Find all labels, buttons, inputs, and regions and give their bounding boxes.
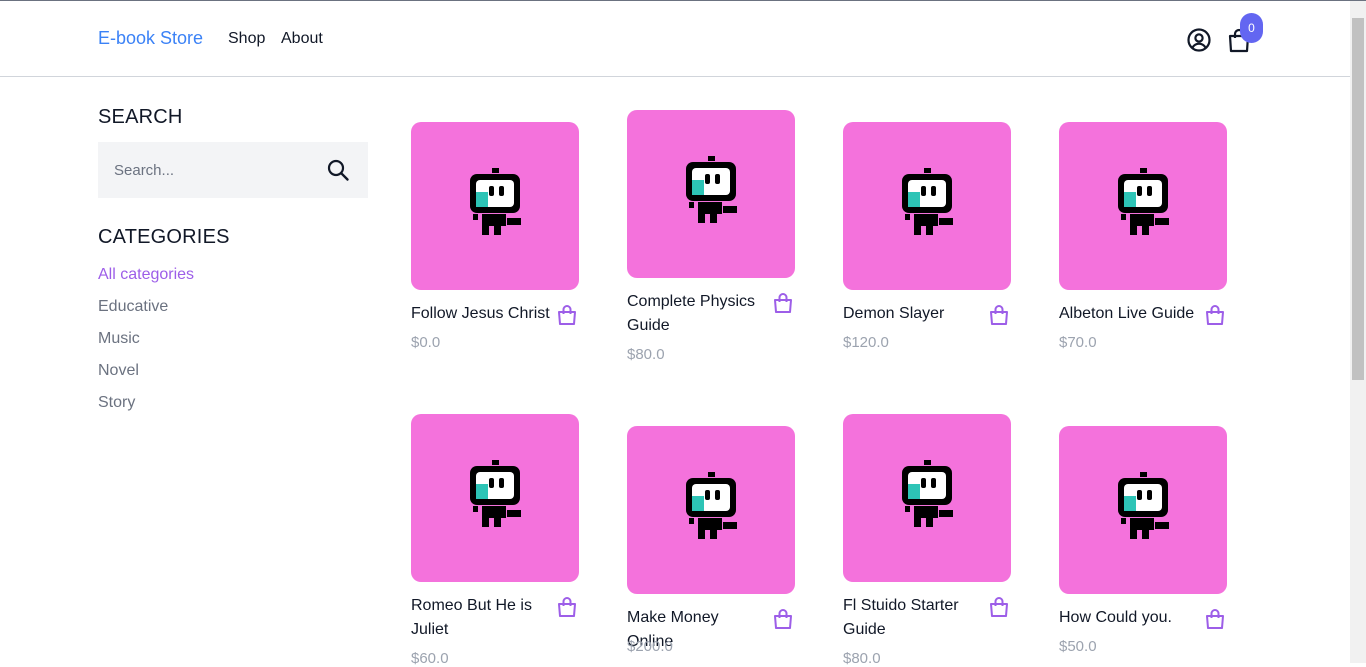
product-title[interactable]: How Could you. [1059, 606, 1199, 630]
product-image[interactable] [843, 414, 1011, 582]
robot-placeholder-icon [686, 156, 737, 223]
product-title[interactable]: Albeton Live Guide [1059, 302, 1199, 326]
robot-placeholder-icon [1118, 472, 1169, 539]
add-to-cart-bag-icon[interactable] [557, 596, 577, 618]
category-story[interactable]: Story [98, 394, 135, 412]
product-price: $80.0 [627, 346, 665, 363]
robot-placeholder-icon [470, 460, 521, 527]
nav-about-link[interactable]: About [281, 30, 323, 48]
product-price: $0.0 [411, 334, 441, 351]
product-title[interactable]: Follow Jesus Christ [411, 302, 551, 326]
product-card: Demon Slayer $120.0 [843, 122, 1011, 351]
add-to-cart-bag-icon[interactable] [989, 596, 1009, 618]
category-educative[interactable]: Educative [98, 298, 168, 316]
product-price: $120.0 [843, 334, 889, 351]
category-all[interactable]: All categories [98, 266, 194, 284]
product-price: $70.0 [1059, 334, 1097, 351]
add-to-cart-bag-icon[interactable] [1205, 304, 1225, 326]
add-to-cart-bag-icon[interactable] [773, 608, 793, 630]
product-image[interactable] [411, 122, 579, 290]
product-price: $80.0 [843, 650, 881, 667]
search-box [98, 142, 368, 198]
product-title[interactable]: Demon Slayer [843, 302, 983, 326]
product-title[interactable]: Fl Stuido Starter Guide [843, 594, 983, 642]
add-to-cart-bag-icon[interactable] [557, 304, 577, 326]
brand-logo-text[interactable]: E-book Store [98, 28, 203, 49]
robot-placeholder-icon [902, 168, 953, 235]
robot-placeholder-icon [902, 460, 953, 527]
category-novel[interactable]: Novel [98, 362, 139, 380]
product-title[interactable]: Romeo But He is Juliet [411, 594, 551, 642]
search-input[interactable] [98, 142, 318, 198]
site-header: E-book Store Shop About 0 [0, 1, 1350, 77]
robot-placeholder-icon [686, 472, 737, 539]
product-price: $60.0 [411, 650, 449, 667]
robot-placeholder-icon [470, 168, 521, 235]
add-to-cart-bag-icon[interactable] [989, 304, 1009, 326]
product-image[interactable] [1059, 122, 1227, 290]
nav-shop-link[interactable]: Shop [228, 30, 265, 48]
product-card: Fl Stuido Starter Guide $80.0 [843, 414, 1011, 667]
product-image[interactable] [843, 122, 1011, 290]
scrollbar-thumb[interactable] [1352, 18, 1364, 380]
category-music[interactable]: Music [98, 330, 140, 348]
product-image[interactable] [627, 426, 795, 594]
product-title[interactable]: Complete Physics Guide [627, 290, 767, 338]
categories-heading: CATEGORIES [98, 226, 230, 248]
cart-count-badge[interactable]: 0 [1240, 13, 1263, 43]
product-image[interactable] [1059, 426, 1227, 594]
product-image[interactable] [627, 110, 795, 278]
robot-placeholder-icon [1118, 168, 1169, 235]
product-card: Romeo But He is Juliet $60.0 [411, 414, 579, 667]
product-card: Complete Physics Guide $80.0 [627, 110, 795, 363]
add-to-cart-bag-icon[interactable] [1205, 608, 1225, 630]
product-price: $200.0 [627, 638, 673, 655]
user-circle-icon[interactable] [1186, 27, 1212, 53]
search-heading: SEARCH [98, 106, 183, 128]
product-card: How Could you. $50.0 [1059, 426, 1227, 655]
product-card: Follow Jesus Christ $0.0 [411, 122, 579, 351]
search-icon[interactable] [326, 158, 350, 182]
product-price: $50.0 [1059, 638, 1097, 655]
add-to-cart-bag-icon[interactable] [773, 292, 793, 314]
product-card: Albeton Live Guide $70.0 [1059, 122, 1227, 351]
product-image[interactable] [411, 414, 579, 582]
product-card: Make Money Online $200.0 [627, 426, 795, 655]
